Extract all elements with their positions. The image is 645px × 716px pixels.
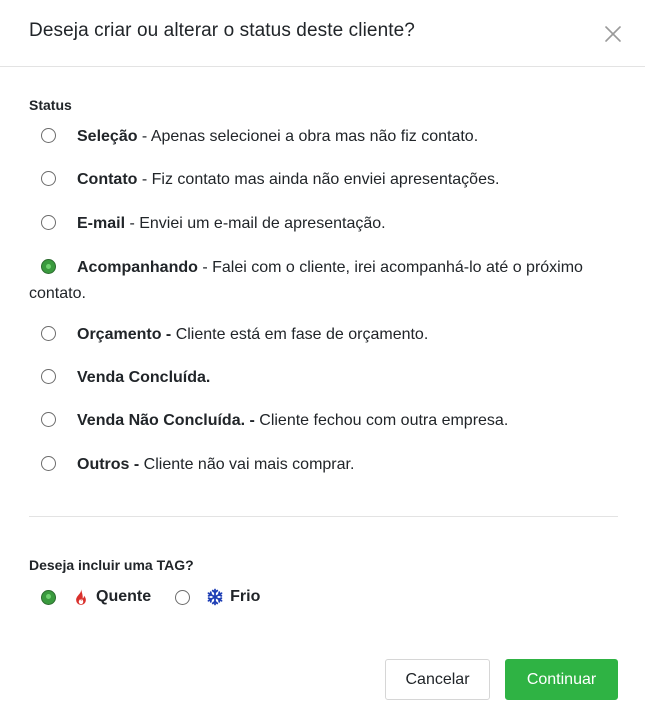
status-radio-orcamento[interactable] — [41, 326, 56, 341]
status-option-description: Cliente não vai mais comprar. — [139, 456, 355, 473]
status-radio-venda-concluida[interactable] — [41, 369, 56, 384]
status-option-venda-concluida[interactable]: Venda Concluída. — [29, 365, 589, 391]
status-option-email[interactable]: E-mail - Enviei um e-mail de apresentaçã… — [29, 211, 589, 237]
status-option-name: Venda Concluída. — [77, 369, 211, 386]
status-option-outros[interactable]: Outros - Cliente não vai mais comprar. — [29, 452, 589, 478]
status-radio-selecao[interactable] — [41, 128, 56, 143]
tag-section-label: Deseja incluir uma TAG? — [29, 557, 194, 573]
status-option-description: Cliente está em fase de orçamento. — [171, 326, 429, 343]
status-option-description: - Apenas selecionei a obra mas não fiz c… — [137, 128, 479, 145]
fire-icon — [76, 589, 86, 605]
status-option-description: Cliente fechou com outra empresa. — [254, 412, 509, 429]
status-option-name: E-mail — [77, 215, 126, 232]
status-radio-venda-nao-concluida[interactable] — [41, 412, 56, 427]
status-radio-acompanhando[interactable] — [41, 259, 56, 274]
status-radio-contato[interactable] — [41, 171, 56, 186]
modal-header: Deseja criar ou alterar o status deste c… — [0, 0, 645, 67]
status-radio-outros[interactable] — [41, 456, 56, 471]
tag-radio-frio[interactable] — [175, 589, 191, 605]
close-button[interactable] — [601, 22, 625, 46]
snowflake-icon — [207, 588, 223, 606]
status-option-acompanhando[interactable]: Acompanhando - Falei com o cliente, irei… — [29, 255, 589, 307]
close-icon — [605, 26, 621, 42]
status-option-description: - Fiz contato mas ainda não enviei apres… — [137, 171, 500, 188]
status-option-name: Outros - — [77, 456, 140, 473]
cancel-button[interactable]: Cancelar — [385, 659, 490, 700]
status-radio-email[interactable] — [41, 215, 56, 230]
status-option-contato[interactable]: Contato - Fiz contato mas ainda não envi… — [29, 167, 589, 193]
tag-label-quente[interactable]: Quente — [96, 588, 151, 606]
status-section-label: Status — [29, 97, 72, 113]
modal-title: Deseja criar ou alterar o status deste c… — [29, 20, 415, 41]
tag-radio-quente[interactable] — [41, 589, 56, 605]
status-option-name: Orçamento - — [77, 326, 172, 343]
status-option-name: Contato — [77, 171, 138, 188]
status-option-venda-nao-concluida[interactable]: Venda Não Concluída. - Cliente fechou co… — [29, 408, 589, 434]
status-option-name: Venda Não Concluída. - — [77, 412, 255, 429]
status-option-selecao[interactable]: Seleção - Apenas selecionei a obra mas n… — [29, 124, 589, 150]
status-option-description: - Enviei um e-mail de apresentação. — [125, 215, 386, 232]
status-option-orcamento[interactable]: Orçamento - Cliente está em fase de orça… — [29, 322, 589, 348]
tag-options: Quente Frio — [29, 584, 260, 610]
section-divider — [29, 516, 618, 517]
continue-button[interactable]: Continuar — [505, 659, 618, 700]
tag-label-frio[interactable]: Frio — [230, 588, 260, 606]
status-option-name: Seleção — [77, 128, 138, 145]
status-modal: Deseja criar ou alterar o status deste c… — [0, 0, 645, 716]
status-option-name: Acompanhando — [77, 259, 198, 276]
